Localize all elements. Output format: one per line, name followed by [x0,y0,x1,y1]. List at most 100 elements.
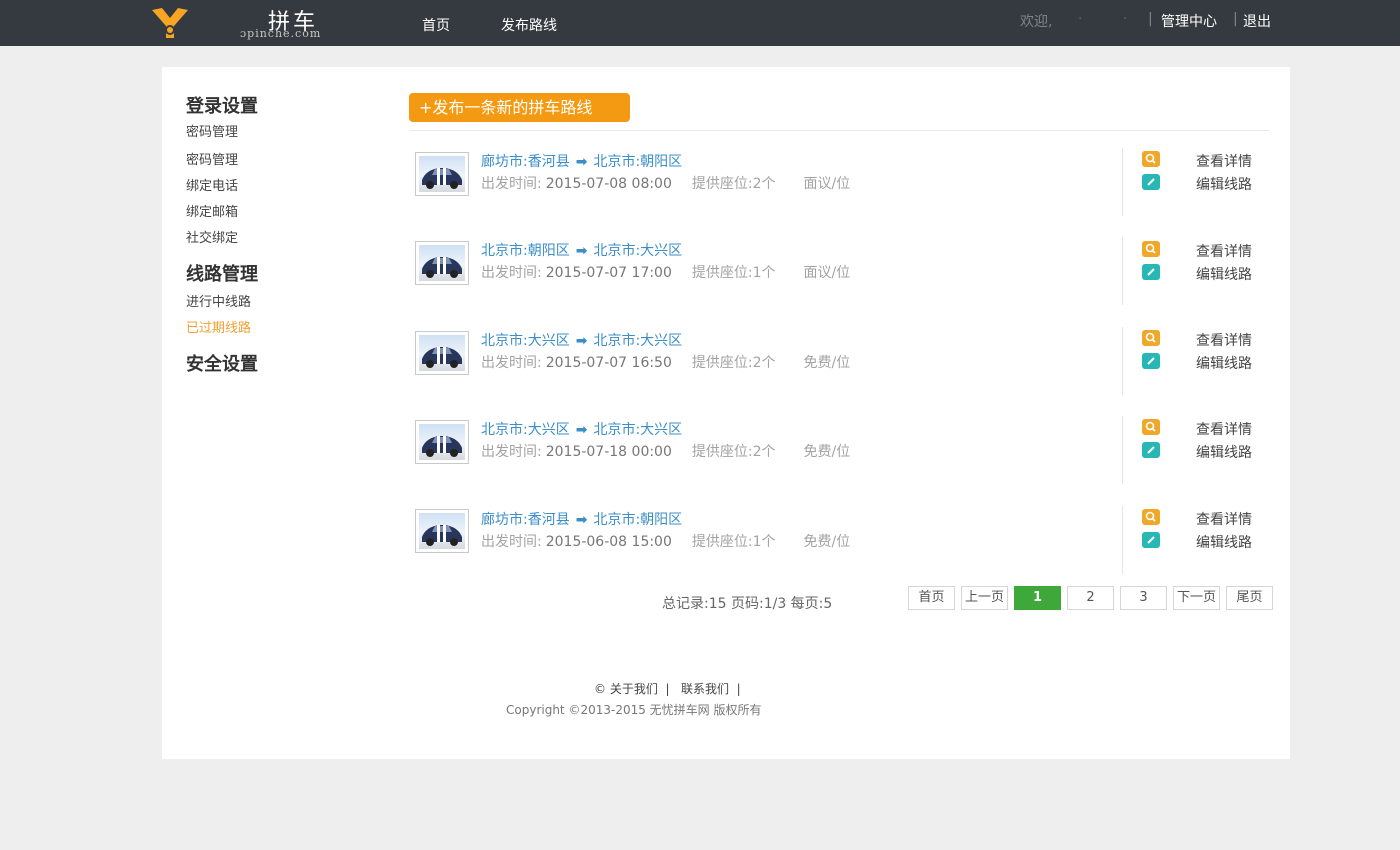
pagination-summary: 总记录:15 页码:1/3 每页:5 [662,596,833,612]
seats-offered: 提供座位:1个 [691,265,776,281]
pagination-page-2[interactable]: 2 [1067,586,1114,610]
route-title-link[interactable]: 廊坊市:香河县 ➡ 北京市:朝阳区 [481,151,682,171]
seats-offered: 提供座位:2个 [691,444,776,460]
route-to: 北京市:大兴区 [593,243,683,259]
edit-route-link[interactable]: 编辑线路 [1196,174,1252,194]
footer-links: © 关于我们 | 联系我们 | [594,680,741,697]
seats-offered: 提供座位:2个 [691,355,776,371]
route-thumbnail[interactable] [415,152,469,196]
nav-publish-route-link[interactable]: 发布路线 [501,15,557,35]
route-thumbnail[interactable] [415,331,469,375]
top-separator: | [1233,11,1238,27]
arrow-right-icon: ➡ [575,154,588,170]
depart-time: 2015-06-08 15:00 [545,534,672,550]
route-from: 北京市:大兴区 [481,422,570,438]
publish-new-route-button[interactable]: +发布一条新的拼车路线 [409,93,630,122]
logo-mark-icon[interactable] [150,6,190,40]
sidebar-item-active-routes[interactable]: 进行中线路 [186,291,251,310]
view-details-link[interactable]: 查看详情 [1196,509,1252,529]
sidebar-item-password[interactable]: 密码管理 [186,121,238,140]
price: 免费/位 [803,444,851,460]
pencil-icon[interactable] [1142,532,1160,548]
logo-domain: ɔpinche.com [240,27,322,40]
logout-link[interactable]: 退出 [1243,11,1271,31]
sidebar-item-expired-routes[interactable]: 已过期线路 [186,317,251,336]
pencil-icon[interactable] [1142,174,1160,190]
pagination-last-button[interactable]: 尾页 [1226,586,1273,610]
price: 免费/位 [803,355,851,371]
route-to: 北京市:朝阳区 [593,154,683,170]
route-meta: 出发时间: 2015-06-08 15:00 提供座位:1个 免费/位 [481,531,850,551]
arrow-right-icon: ➡ [575,243,588,259]
route-meta: 出发时间: 2015-07-08 08:00 提供座位:2个 面议/位 [481,173,850,193]
car-icon [422,168,462,189]
price: 免费/位 [803,534,851,550]
pencil-icon[interactable] [1142,442,1160,458]
depart-time: 2015-07-07 16:50 [545,355,672,371]
view-details-link[interactable]: 查看详情 [1196,241,1252,261]
route-meta: 出发时间: 2015-07-18 00:00 提供座位:2个 免费/位 [481,441,850,461]
route-thumbnail[interactable] [415,509,469,553]
divider [1122,327,1123,395]
footer-contact-link[interactable]: 联系我们 [681,682,729,696]
route-meta: 出发时间: 2015-07-07 16:50 提供座位:2个 免费/位 [481,352,850,372]
route-meta: 出发时间: 2015-07-07 17:00 提供座位:1个 面议/位 [481,262,850,282]
pagination-prev-button[interactable]: 上一页 [961,586,1008,610]
pagination-next-button[interactable]: 下一页 [1173,586,1220,610]
footer-about-link[interactable]: 关于我们 [610,682,658,696]
footer-separator: | [665,682,670,696]
car-icon [422,525,462,546]
price: 面议/位 [803,176,851,192]
depart-label: 出发时间: [481,265,542,281]
view-details-link[interactable]: 查看详情 [1196,330,1252,350]
edit-route-link[interactable]: 编辑线路 [1196,532,1252,552]
divider [1122,237,1123,305]
copyright-icon: © [594,682,606,696]
pagination-first-button[interactable]: 首页 [908,586,955,610]
welcome-text: 欢迎, [1020,14,1053,30]
search-icon[interactable] [1142,151,1160,167]
divider [1122,148,1123,216]
route-title-link[interactable]: 廊坊市:香河县 ➡ 北京市:朝阳区 [481,509,682,529]
route-from: 廊坊市:香河县 [481,512,570,528]
sidebar-heading-security-settings[interactable]: 安全设置 [186,350,258,376]
seats-offered: 提供座位:2个 [691,176,776,192]
pagination-page-3[interactable]: 3 [1120,586,1167,610]
edit-route-link[interactable]: 编辑线路 [1196,442,1252,462]
search-icon[interactable] [1142,419,1160,435]
divider [1122,506,1123,574]
view-details-link[interactable]: 查看详情 [1196,151,1252,171]
sidebar-heading-route-management: 线路管理 [186,264,258,285]
car-icon [422,347,462,368]
edit-route-link[interactable]: 编辑线路 [1196,264,1252,284]
route-title-link[interactable]: 北京市:大兴区 ➡ 北京市:大兴区 [481,419,682,439]
view-details-link[interactable]: 查看详情 [1196,419,1252,439]
sidebar-item-social-bind[interactable]: 社交绑定 [186,227,238,246]
depart-label: 出发时间: [481,444,542,460]
search-icon[interactable] [1142,509,1160,525]
admin-center-link[interactable]: 管理中心 [1161,11,1217,31]
car-icon [422,257,462,278]
route-title-link[interactable]: 北京市:大兴区 ➡ 北京市:大兴区 [481,330,682,350]
sidebar-item-bind-phone[interactable]: 绑定电话 [186,175,238,194]
depart-label: 出发时间: [481,534,542,550]
route-to: 北京市:大兴区 [593,333,683,349]
route-from: 北京市:大兴区 [481,333,570,349]
route-thumbnail[interactable] [415,420,469,464]
sidebar-item-bind-email[interactable]: 绑定邮箱 [186,201,238,220]
route-to: 北京市:大兴区 [593,422,683,438]
search-icon[interactable] [1142,241,1160,257]
pencil-icon[interactable] [1142,353,1160,369]
arrow-right-icon: ➡ [575,333,588,349]
route-thumbnail[interactable] [415,241,469,285]
sidebar-item-password-manage[interactable]: 密码管理 [186,149,238,168]
depart-time: 2015-07-08 08:00 [545,176,672,192]
divider [1122,416,1123,484]
pencil-icon[interactable] [1142,264,1160,280]
route-title-link[interactable]: 北京市:朝阳区 ➡ 北京市:大兴区 [481,240,682,260]
pagination-page-1[interactable]: 1 [1014,586,1061,610]
content-panel [162,67,1290,759]
nav-home-link[interactable]: 首页 [422,15,450,35]
search-icon[interactable] [1142,330,1160,346]
edit-route-link[interactable]: 编辑线路 [1196,353,1252,373]
